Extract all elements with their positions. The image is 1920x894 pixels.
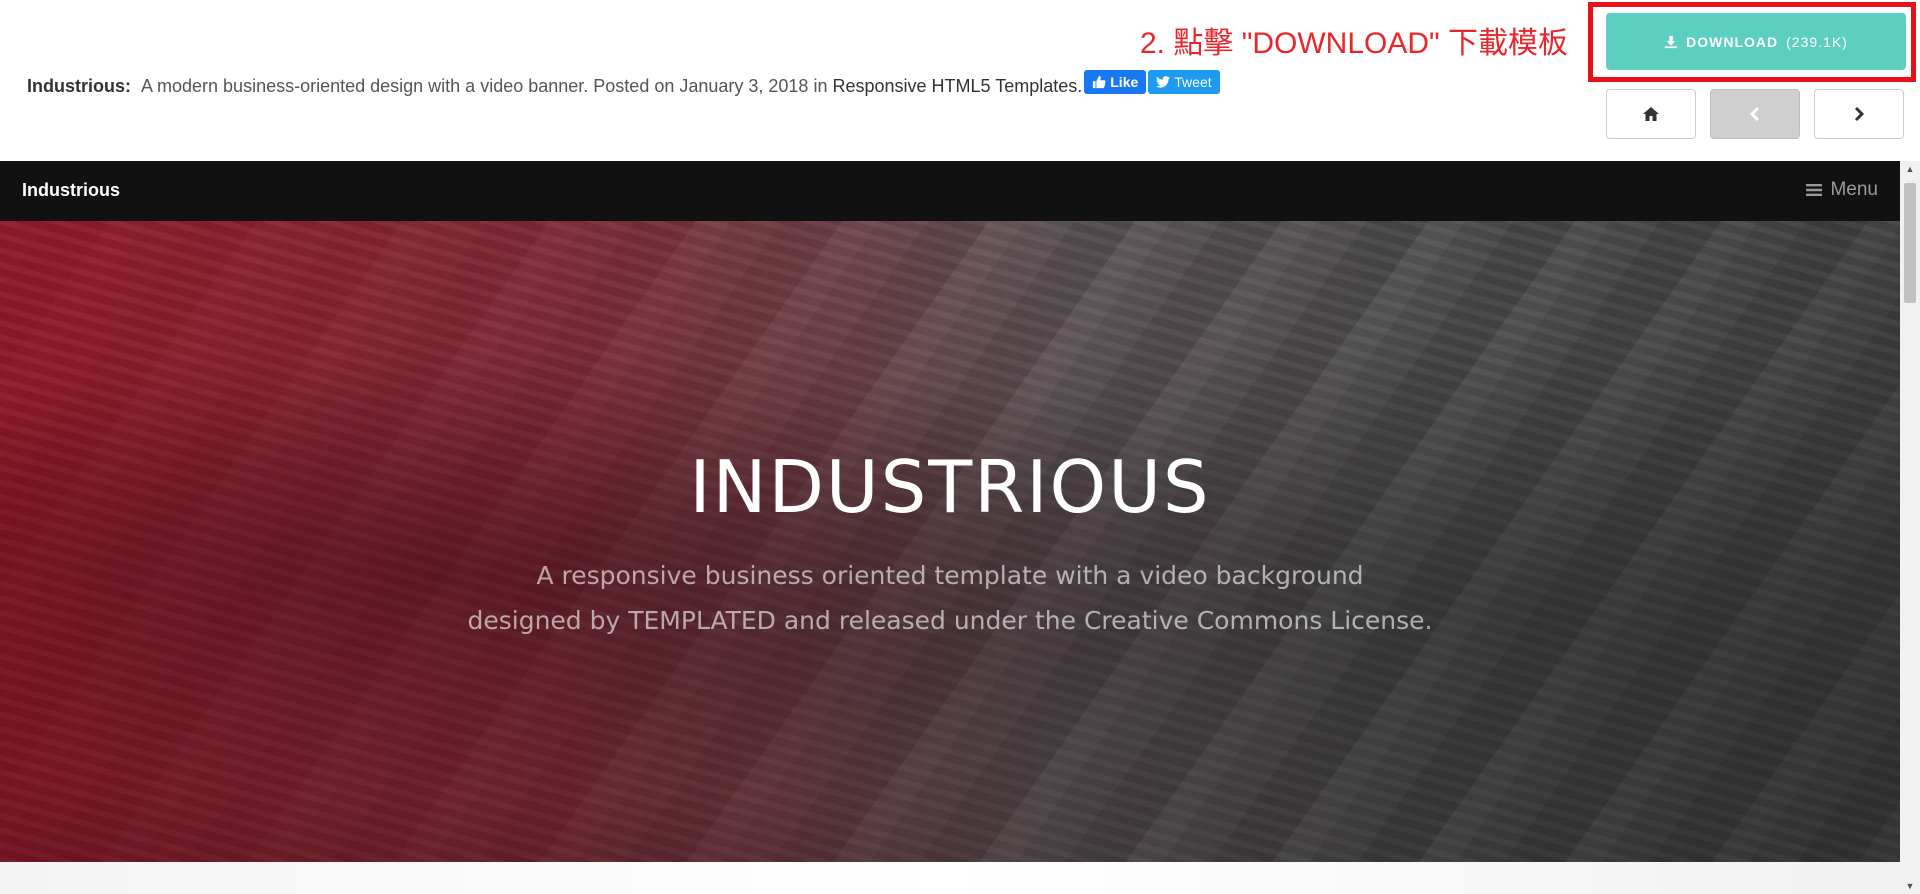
hero-overlay	[0, 221, 1900, 862]
scroll-thumb[interactable]	[1904, 183, 1916, 303]
home-icon	[1643, 107, 1659, 121]
template-info: Industrious: A modern business-oriented …	[27, 70, 1220, 98]
download-size: (239.1K)	[1786, 33, 1848, 50]
chevron-left-icon	[1749, 106, 1760, 122]
download-button[interactable]: DOWNLOAD (239.1K)	[1606, 13, 1906, 70]
vertical-scrollbar[interactable]: ▲ ▼	[1900, 161, 1920, 894]
scroll-up-arrow-icon[interactable]: ▲	[1900, 161, 1920, 177]
hero-subtitle-line-2: designed by TEMPLATED and released under…	[467, 606, 1433, 635]
hamburger-icon	[1806, 184, 1823, 196]
download-icon	[1665, 35, 1678, 48]
template-name: Industrious:	[27, 75, 131, 96]
menu-label: Menu	[1830, 179, 1878, 200]
hero-subtitle: A responsive business oriented template …	[0, 553, 1900, 643]
menu-toggle[interactable]: Menu	[1806, 179, 1878, 201]
hero-title: INDUSTRIOUS	[689, 445, 1211, 529]
site-logo[interactable]: Industrious	[22, 180, 120, 201]
previous-template-button[interactable]	[1710, 89, 1800, 139]
thumbs-up-icon	[1093, 75, 1106, 89]
tweet-button[interactable]: Tweet	[1148, 70, 1220, 94]
facebook-like-button[interactable]: Like	[1084, 70, 1147, 94]
download-label: DOWNLOAD	[1686, 33, 1779, 50]
tweet-label: Tweet	[1174, 74, 1212, 90]
hero-subtitle-line-1: A responsive business oriented template …	[536, 561, 1364, 590]
home-button[interactable]	[1606, 89, 1696, 139]
next-template-button[interactable]	[1814, 89, 1904, 139]
twitter-bird-icon	[1156, 76, 1171, 88]
site-header: Industrious Menu	[0, 161, 1900, 221]
social-buttons: Like Tweet	[1084, 70, 1220, 94]
chevron-right-icon	[1854, 106, 1865, 122]
hero-banner: INDUSTRIOUS A responsive business orient…	[0, 221, 1900, 862]
next-section	[0, 862, 1900, 894]
download-instruction: 2. 點擊 "DOWNLOAD" 下載模板	[1140, 27, 1568, 60]
template-info-bar: Industrious: A modern business-oriented …	[0, 0, 1920, 160]
template-description: A modern business-oriented design with a…	[141, 75, 828, 96]
scroll-down-arrow-icon[interactable]: ▼	[1900, 878, 1920, 894]
category-link[interactable]: Responsive HTML5 Templates.	[832, 76, 1082, 97]
like-label: Like	[1110, 74, 1139, 90]
